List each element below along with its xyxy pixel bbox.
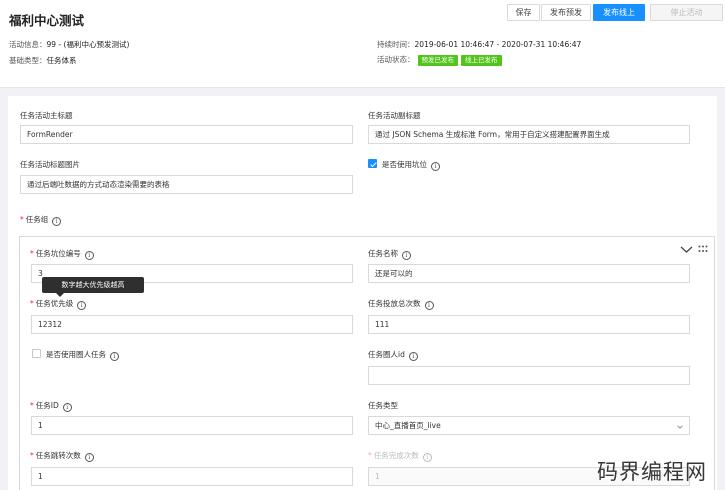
info-circle-icon[interactable]: i	[110, 352, 119, 361]
info-circle-icon[interactable]: i	[424, 301, 434, 310]
form-panel: 任务活动主标题 FormRender 任务活动副标题 通过 JSON Schem…	[8, 96, 717, 490]
jump-count-label: * 任务跳转次数 i	[30, 450, 94, 462]
publish-online-button[interactable]: 发布线上	[593, 4, 645, 21]
main-title-label: 任务活动主标题	[20, 111, 73, 120]
use-crowd-checkbox[interactable]	[32, 349, 41, 358]
task-id-label: * 任务ID i	[30, 400, 72, 412]
delivery-total-label: 任务投放总次数 i	[368, 298, 434, 310]
info-circle-icon[interactable]: i	[84, 453, 94, 462]
task-group-title: * 任务组 i	[20, 214, 62, 226]
watermark: 码界编程网	[597, 460, 707, 484]
info-circle-icon[interactable]: i	[431, 162, 440, 171]
activity-status: 活动状态： 预发已发布 线上已发布	[377, 54, 502, 66]
title-image-input[interactable]: 通过后端吐数据的方式动态渲染需要的表格	[20, 175, 353, 194]
info-circle-icon[interactable]: i	[402, 251, 411, 260]
use-slot-checkbox[interactable]	[368, 159, 377, 168]
task-name-label: 任务名称 i	[368, 248, 411, 260]
delivery-total-input[interactable]: 111	[368, 315, 690, 334]
info-circle-icon[interactable]: i	[52, 217, 62, 226]
priority-tooltip: 数字越大优先级越高	[42, 277, 144, 297]
title-image-label: 任务活动标题图片	[20, 160, 80, 169]
use-slot-label: 是否使用坑位	[382, 160, 427, 169]
save-button[interactable]: 保存	[507, 4, 540, 21]
sub-title-label: 任务活动副标题	[368, 111, 421, 120]
base-type: 基础类型：任务体系	[9, 56, 77, 65]
task-type-label: 任务类型	[368, 401, 398, 410]
stop-activity-button[interactable]: 停止活动	[650, 4, 723, 21]
complete-count-label: * 任务完成次数 i	[368, 450, 432, 462]
sub-title-input[interactable]: 通过 JSON Schema 生成标准 Form，常用于自定义搭建配置界面生成	[368, 125, 690, 144]
main-title-input[interactable]: FormRender	[20, 125, 353, 144]
chevron-down-icon	[677, 423, 683, 429]
status-badge-online: 线上已发布	[461, 55, 502, 66]
info-circle-icon: i	[422, 453, 432, 462]
page-header: 福利中心测试 保存 发布预发 发布线上 停止活动 活动信息：99 - (福利中心…	[0, 0, 725, 88]
task-type-select[interactable]: 中心_直播首页_live	[368, 416, 690, 435]
drag-handle-icon[interactable]	[698, 245, 708, 253]
use-crowd-field: 是否使用圈人任务 i	[32, 349, 119, 361]
crowd-id-input[interactable]	[368, 366, 690, 385]
info-circle-icon[interactable]: i	[84, 251, 94, 260]
status-badge-preview: 预发已发布	[417, 55, 458, 66]
crowd-id-label: 任务圈人id i	[368, 349, 418, 361]
page-title: 福利中心测试	[9, 13, 85, 28]
task-id-input[interactable]: 1	[31, 416, 353, 435]
info-circle-icon[interactable]: i	[408, 352, 418, 361]
use-crowd-label: 是否使用圈人任务	[46, 350, 106, 359]
activity-info: 活动信息：99 - (福利中心预发测试)	[9, 40, 130, 49]
chevron-down-icon[interactable]	[680, 245, 693, 254]
task-name-input[interactable]: 还是可以的	[368, 264, 690, 283]
priority-input[interactable]: 12312	[31, 315, 353, 334]
use-slot-field: 是否使用坑位 i	[368, 159, 440, 171]
jump-count-input[interactable]: 1	[31, 467, 353, 486]
info-circle-icon[interactable]: i	[77, 301, 87, 310]
slot-no-label: * 任务坑位编号 i	[30, 248, 94, 260]
publish-preview-button[interactable]: 发布预发	[541, 4, 591, 21]
info-circle-icon[interactable]: i	[62, 403, 72, 412]
duration: 持续时间：2019-06-01 10:46:47 - 2020-07-31 10…	[377, 40, 582, 49]
